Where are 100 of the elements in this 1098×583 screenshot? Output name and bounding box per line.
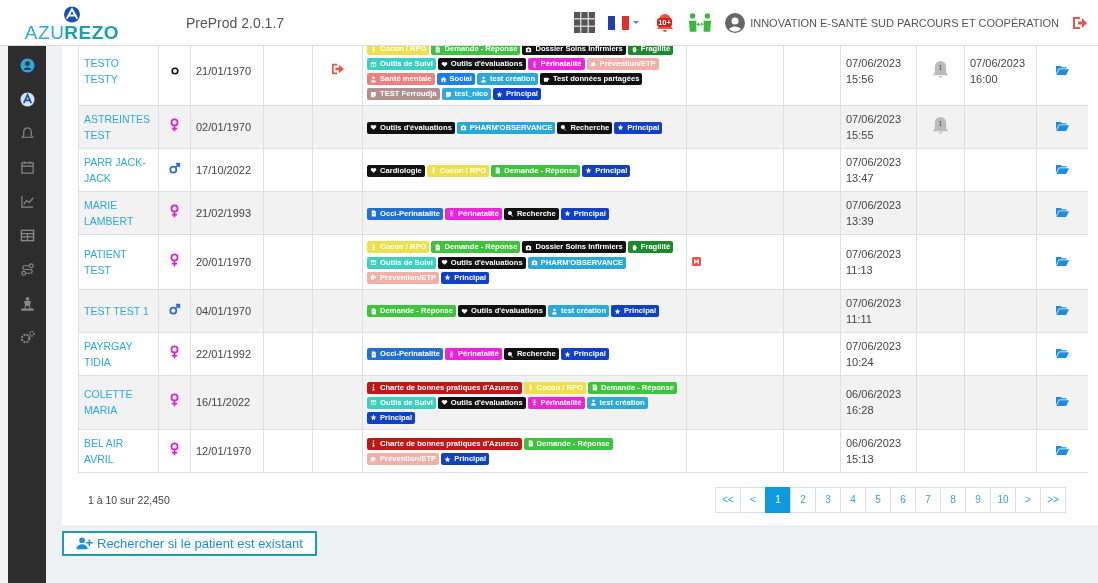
search-icon — [506, 210, 514, 218]
hand-icon — [630, 243, 638, 251]
created-date: 07/06/2023 11:13 — [846, 248, 902, 276]
exit-icon[interactable] — [330, 63, 345, 76]
folder-open-icon[interactable] — [1056, 65, 1069, 76]
page-button[interactable]: > — [1015, 486, 1041, 513]
calendar-icon — [19, 159, 35, 175]
info-icon — [370, 440, 377, 448]
folder-open-icon[interactable] — [1056, 396, 1069, 407]
created-date: 06/06/2023 16:28 — [846, 388, 902, 417]
page-button[interactable]: 5 — [865, 486, 891, 513]
search-icon — [506, 350, 514, 358]
logo-icon — [61, 6, 83, 23]
table-icon — [370, 60, 377, 68]
page-button[interactable]: 3 — [815, 486, 841, 513]
birth-date: 21/02/1993 — [196, 207, 252, 220]
created-date: 07/06/2023 10:24 — [846, 339, 902, 368]
page-button[interactable]: 2 — [790, 486, 816, 513]
star-icon — [617, 124, 625, 132]
speech-bubble-icon — [589, 60, 597, 68]
person-icon — [550, 307, 558, 315]
cup-icon — [543, 75, 551, 83]
heart-icon — [440, 399, 448, 407]
user-icon — [19, 57, 35, 73]
folder-open-icon[interactable] — [1056, 347, 1069, 358]
person-icon — [19, 295, 35, 311]
star-icon — [585, 167, 593, 175]
page-button[interactable]: 9 — [965, 486, 991, 513]
search-patient-button[interactable]: Rechercher si le patient est existant — [62, 530, 317, 556]
heart-icon — [370, 124, 377, 132]
birth-date: 20/01/1970 — [196, 256, 252, 268]
logo-text: AZUREZO — [24, 23, 120, 43]
folder-open-icon[interactable] — [1056, 304, 1069, 315]
folder-open-icon[interactable] — [1056, 207, 1069, 218]
page-button[interactable]: < — [740, 486, 766, 513]
created-date: 07/06/2023 13:47 — [846, 156, 902, 185]
heart-icon — [461, 307, 468, 315]
folder-open-icon[interactable] — [1056, 164, 1069, 175]
speech-bubble-icon — [370, 274, 377, 282]
document-icon — [494, 167, 502, 175]
created-date: 07/06/2023 11:11 — [846, 296, 902, 325]
table-icon — [370, 259, 377, 267]
document-icon — [370, 307, 377, 315]
birth-date: 21/01/1970 — [196, 65, 252, 78]
home-icon — [439, 75, 447, 83]
speech-bubble-icon — [370, 455, 377, 463]
page-button[interactable]: << — [715, 486, 741, 513]
created-date: 07/06/2023 15:55 — [846, 113, 902, 142]
organization-name[interactable]: INNOVATION E-SANTÉ SUD PARCOURS ET COOPÉRATION — [750, 16, 1059, 29]
note-icon — [444, 90, 452, 98]
page-button[interactable]: 4 — [840, 486, 866, 513]
document-icon — [370, 350, 377, 358]
route-icon — [19, 261, 35, 277]
birth-date: 04/01/1970 — [196, 304, 252, 317]
add-user-icon — [76, 536, 93, 550]
table-icon — [19, 227, 35, 243]
bell-icon — [19, 125, 35, 141]
star-icon — [614, 307, 622, 315]
person-icon — [479, 75, 487, 83]
page-button[interactable]: 1 — [765, 486, 791, 513]
version-label: PreProd 2.0.1.7 — [186, 14, 285, 31]
created-date: 06/06/2023 15:13 — [846, 436, 902, 465]
apps-grid-icon[interactable] — [574, 12, 596, 33]
birth-date: 22/01/1992 — [196, 347, 252, 360]
page-button[interactable]: 10 — [990, 486, 1016, 513]
page-button[interactable]: 7 — [915, 486, 941, 513]
folder-open-icon[interactable] — [1056, 121, 1069, 132]
person-icon — [370, 75, 377, 83]
child-icon — [370, 243, 377, 251]
updated-date: 07/06/2023 16:00 — [970, 57, 1026, 86]
document-icon — [526, 440, 534, 448]
page-button[interactable]: 8 — [940, 486, 966, 513]
info-icon — [370, 384, 377, 392]
document-icon — [434, 243, 442, 251]
page-button[interactable]: 6 — [890, 486, 916, 513]
star-icon — [444, 455, 452, 463]
created-date: 07/06/2023 15:56 — [846, 57, 902, 86]
logo-icon — [19, 91, 35, 107]
birth-date: 16/11/2022 — [196, 396, 251, 409]
birth-date: 17/10/2022 — [196, 164, 252, 177]
person-icon — [589, 399, 597, 407]
heart-icon — [440, 259, 448, 267]
folder-open-icon[interactable] — [1056, 444, 1069, 455]
document-icon — [590, 384, 598, 392]
birth-date: 02/01/1970 — [196, 121, 252, 134]
table-icon — [370, 399, 377, 407]
medical-kit-icon — [459, 124, 467, 132]
logout-icon[interactable] — [1072, 14, 1088, 31]
created-date: 07/06/2023 13:39 — [846, 199, 902, 228]
page-button[interactable]: >> — [1040, 486, 1066, 513]
heart-icon — [370, 167, 377, 175]
note-icon — [370, 90, 377, 98]
chart-icon — [19, 193, 35, 209]
heart-icon — [440, 60, 448, 68]
document-icon — [370, 210, 377, 218]
user-avatar-icon[interactable] — [725, 12, 746, 33]
settings-icon — [19, 329, 35, 345]
people-exchange-icon[interactable] — [688, 12, 713, 33]
folder-open-icon[interactable] — [1056, 256, 1069, 266]
result-count: 1 à 10 sur 22,450 — [88, 493, 170, 506]
